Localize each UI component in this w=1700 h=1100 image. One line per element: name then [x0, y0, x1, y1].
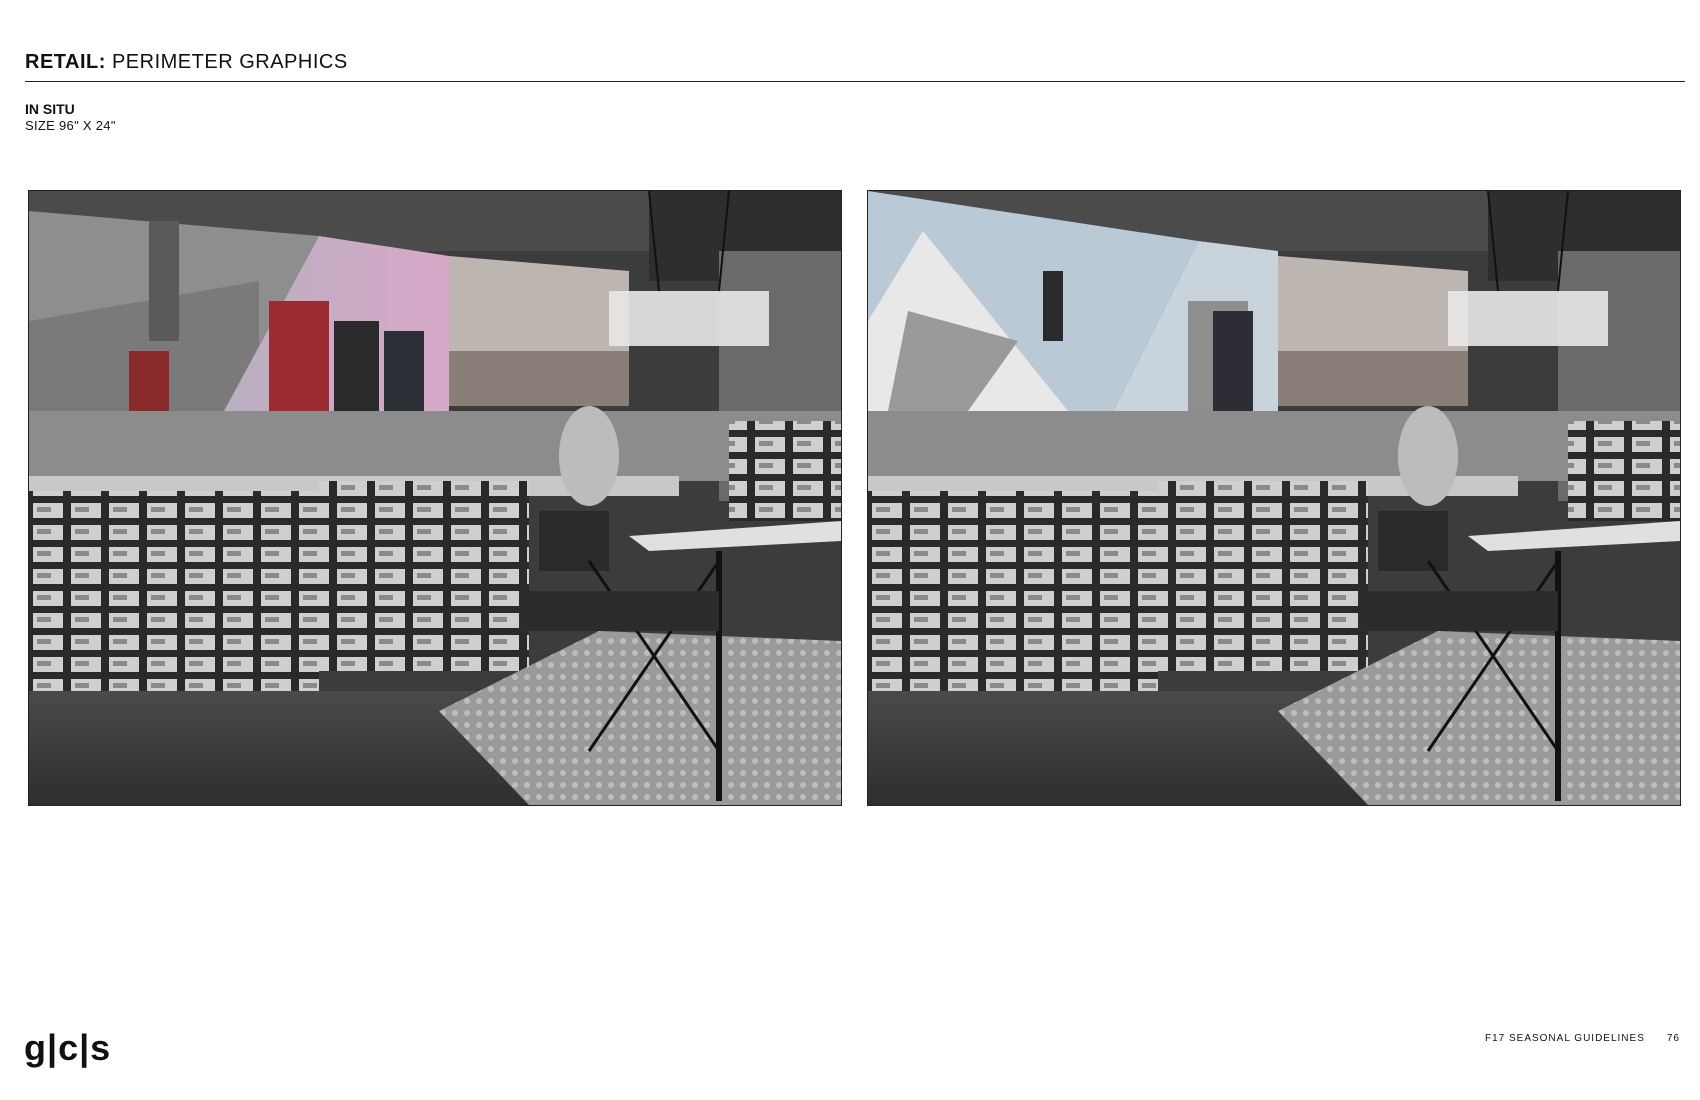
in-situ-rendering-1: [28, 190, 842, 806]
section-label: IN SITU: [25, 101, 75, 117]
title-topic: PERIMETER GRAPHICS: [105, 51, 348, 73]
footer-info: F17 SEASONAL GUIDELINES 76: [1485, 1033, 1680, 1044]
page-number: 76: [1666, 1033, 1680, 1044]
in-situ-rendering-2: [867, 190, 1681, 806]
subheader: IN SITU SIZE 96" X 24": [25, 101, 116, 135]
page-title: RETAIL: PERIMETER GRAPHICS: [25, 50, 348, 74]
gcs-logo: g|c|s: [24, 1027, 112, 1068]
header-divider: [25, 81, 1685, 82]
guideline-label: F17 SEASONAL GUIDELINES: [1484, 1033, 1645, 1044]
size-spec: SIZE 96" X 24": [25, 118, 116, 133]
title-section: RETAIL:: [25, 51, 106, 73]
page-header: RETAIL: PERIMETER GRAPHICS: [25, 50, 1685, 80]
